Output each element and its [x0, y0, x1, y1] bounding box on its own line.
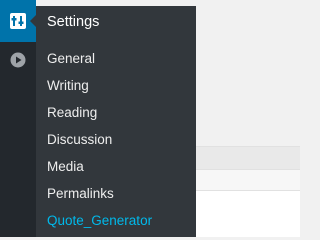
menu-item-writing[interactable]: Writing: [47, 78, 89, 93]
menu-item-discussion[interactable]: Discussion: [47, 132, 112, 147]
menu-item-reading[interactable]: Reading: [47, 105, 97, 120]
menu-item-permalinks[interactable]: Permalinks: [47, 186, 114, 201]
settings-flyout-menu: Settings General Writing Reading Discuss…: [36, 6, 196, 237]
table-header-row: [196, 146, 300, 170]
admin-sidebar: [0, 0, 36, 237]
menu-item-quote-generator[interactable]: Quote_Generator: [47, 213, 152, 228]
table-row: [196, 170, 300, 191]
menu-item-general[interactable]: General: [47, 51, 95, 66]
settings-icon: [10, 13, 26, 29]
content-background: [196, 0, 300, 146]
table-row: [196, 191, 300, 237]
flyout-title[interactable]: Settings: [47, 14, 99, 30]
media-menu-item[interactable]: [0, 42, 36, 78]
menu-item-media[interactable]: Media: [47, 159, 84, 174]
play-circle-icon: [10, 52, 26, 68]
